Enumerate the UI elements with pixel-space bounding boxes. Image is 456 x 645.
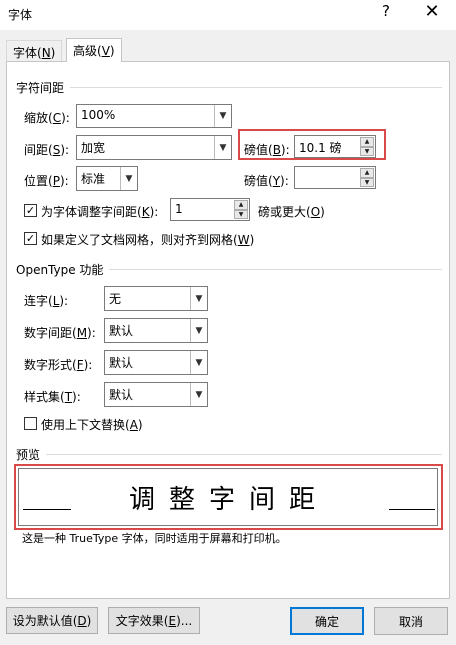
spin-up-icon[interactable]: ▲: [360, 168, 374, 178]
ligatures-label: 连字(L):: [24, 294, 69, 308]
number-forms-select[interactable]: 默认 ▼: [104, 350, 208, 375]
spacing-by-label: 磅值(B):: [244, 143, 290, 157]
set-default-button[interactable]: 设为默认值(D): [6, 607, 98, 634]
section-opentype: OpenType 功能: [16, 261, 442, 278]
chevron-down-icon: ▼: [190, 319, 207, 342]
spin-down-icon[interactable]: ▼: [360, 177, 374, 187]
position-by-spinner[interactable]: ▲ ▼: [294, 166, 376, 189]
stylistic-sets-label: 样式集(T):: [24, 390, 81, 404]
chevron-down-icon: ▼: [214, 136, 231, 159]
spin-up-icon[interactable]: ▲: [234, 200, 248, 210]
scale-select[interactable]: 100% ▼: [76, 104, 232, 128]
position-label: 位置(P):: [24, 174, 69, 188]
spacing-by-spinner[interactable]: 10.1 磅 ▲ ▼: [294, 135, 376, 158]
number-forms-label: 数字形式(F):: [24, 358, 93, 372]
section-title: OpenType 功能: [16, 263, 104, 277]
text-effects-button[interactable]: 文字效果(E)...: [108, 607, 200, 634]
section-character-spacing: 字符间距: [16, 79, 442, 96]
check-icon: ✓: [25, 204, 36, 217]
ok-button[interactable]: 确定: [290, 607, 364, 635]
help-button[interactable]: ?: [376, 2, 396, 26]
ligatures-select[interactable]: 无 ▼: [104, 286, 208, 311]
tab-advanced[interactable]: 高级(V): [66, 38, 122, 62]
kerning-checkbox[interactable]: ✓: [24, 204, 37, 217]
chevron-down-icon: ▼: [190, 287, 207, 310]
number-spacing-select[interactable]: 默认 ▼: [104, 318, 208, 343]
cancel-button[interactable]: 取消: [374, 607, 448, 635]
stylistic-sets-select[interactable]: 默认 ▼: [104, 382, 208, 407]
spacing-select[interactable]: 加宽 ▼: [76, 135, 232, 160]
position-select[interactable]: 标准 ▼: [76, 166, 138, 191]
chevron-down-icon: ▼: [190, 383, 207, 406]
chevron-down-icon: ▼: [214, 105, 231, 127]
kerning-spinner[interactable]: 1 ▲ ▼: [170, 198, 250, 221]
spin-up-icon[interactable]: ▲: [360, 137, 374, 147]
spacing-label: 间距(S):: [24, 143, 70, 157]
check-icon: ✓: [25, 232, 36, 245]
position-by-label: 磅值(Y):: [244, 174, 289, 188]
scale-label: 缩放(C):: [24, 111, 70, 125]
chevron-down-icon: ▼: [190, 351, 207, 374]
kerning-suffix: 磅或更大(O): [258, 205, 325, 219]
preview-highlight: [14, 464, 443, 530]
window-title: 字体: [8, 8, 33, 22]
contextual-alternates-label: 使用上下文替换(A): [41, 418, 143, 432]
section-title: 字符间距: [16, 81, 65, 95]
number-spacing-label: 数字间距(M):: [24, 326, 96, 340]
snap-to-grid-checkbox[interactable]: ✓: [24, 232, 37, 245]
chevron-down-icon: ▼: [120, 167, 137, 190]
spin-down-icon[interactable]: ▼: [360, 146, 374, 156]
snap-to-grid-label: 如果定义了文档网格，则对齐到网格(W): [41, 233, 255, 247]
spin-down-icon[interactable]: ▼: [234, 209, 248, 219]
tab-font[interactable]: 字体(N): [6, 40, 63, 62]
section-preview: 预览: [16, 446, 442, 463]
contextual-alternates-checkbox[interactable]: [24, 417, 37, 430]
preview-note: 这是一种 TrueType 字体，同时适用于屏幕和打印机。: [22, 532, 287, 545]
section-title: 预览: [16, 448, 41, 462]
kerning-label: 为字体调整字间距(K):: [41, 205, 159, 219]
close-button[interactable]: ✕: [420, 1, 444, 27]
